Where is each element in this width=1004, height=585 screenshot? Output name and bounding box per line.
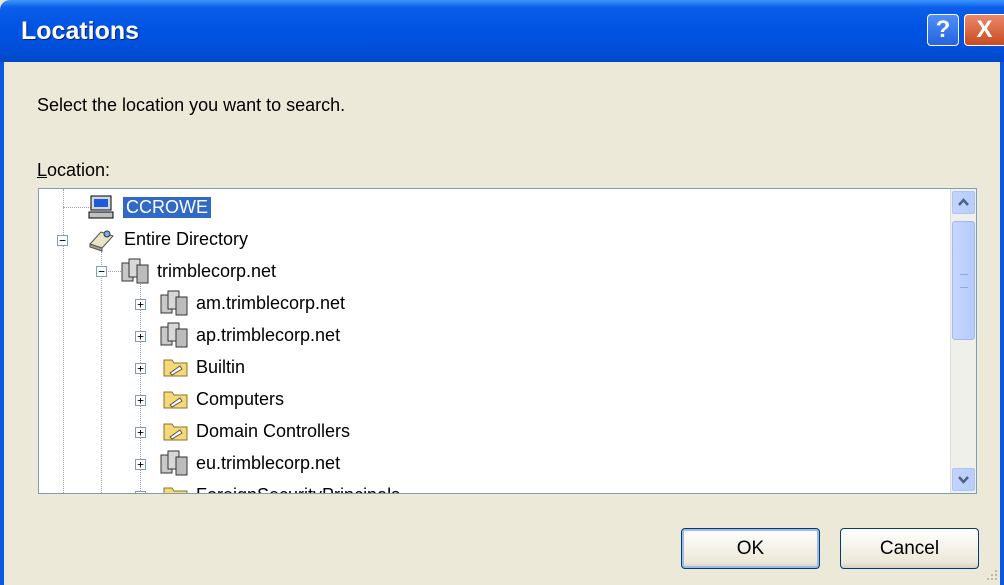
vertical-scrollbar[interactable] <box>950 189 976 493</box>
expand-toggle[interactable]: + <box>135 395 146 406</box>
close-button[interactable]: X <box>964 14 1004 46</box>
tree-item-label: ap.trimblecorp.net <box>196 325 341 345</box>
expand-toggle[interactable]: + <box>135 459 146 470</box>
location-label-text: ocation: <box>47 160 111 180</box>
expand-toggle[interactable]: + <box>135 427 146 438</box>
expand-toggle[interactable]: + <box>135 299 146 310</box>
tree-line <box>101 251 102 493</box>
chevron-down-icon <box>958 476 969 484</box>
folder-icon <box>163 391 188 409</box>
folder-icon <box>163 423 188 441</box>
help-icon: ? <box>935 16 951 43</box>
tree-item-label: Entire Directory <box>124 229 249 249</box>
instruction-text: Select the location you want to search. <box>37 95 346 115</box>
tree-item-label: CCROWE <box>122 196 212 219</box>
domain-icon <box>160 450 188 476</box>
locations-dialog: Locations ? X Select the location you wa… <box>0 0 1004 585</box>
ok-button[interactable]: OK <box>681 528 820 569</box>
scroll-up-button[interactable] <box>952 191 975 214</box>
folder-icon <box>163 487 188 493</box>
scroll-grip-icon <box>960 274 968 288</box>
window-title: Locations <box>21 17 140 45</box>
computer-icon <box>88 195 114 219</box>
resize-grip-icon[interactable] <box>984 567 998 581</box>
tree-content: CCROWE − Entire Directory − trimblecorp.… <box>39 189 953 493</box>
collapse-toggle[interactable]: − <box>57 235 68 246</box>
scroll-down-button[interactable] <box>952 468 975 491</box>
expand-toggle[interactable]: + <box>135 491 146 493</box>
directory-icon <box>89 230 114 252</box>
close-icon: X <box>976 16 993 43</box>
location-label: Location: <box>37 160 110 181</box>
tree-item-label: trimblecorp.net <box>157 261 277 281</box>
tree-item-label: Builtin <box>196 357 246 377</box>
window-border-right <box>1000 62 1004 585</box>
domain-icon <box>160 322 188 348</box>
domain-icon <box>121 258 149 284</box>
tree-item-label: ForeignSecurityPrincipals <box>196 485 400 493</box>
tree-item-label: Computers <box>196 389 285 409</box>
cancel-button[interactable]: Cancel <box>840 528 979 569</box>
help-button[interactable]: ? <box>927 14 959 46</box>
location-label-accelerator: L <box>37 160 48 180</box>
folder-icon <box>163 359 188 377</box>
title-bar[interactable]: Locations ? X <box>0 0 1004 62</box>
collapse-toggle[interactable]: − <box>96 266 107 277</box>
domain-icon <box>160 290 188 316</box>
location-tree[interactable]: CCROWE − Entire Directory − trimblecorp.… <box>38 188 977 494</box>
chevron-up-icon <box>958 198 969 206</box>
expand-toggle[interactable]: + <box>135 363 146 374</box>
expand-toggle[interactable]: + <box>135 331 146 342</box>
tree-item-label: Domain Controllers <box>196 421 351 441</box>
tree-item-label: am.trimblecorp.net <box>196 293 346 313</box>
tree-item-label: eu.trimblecorp.net <box>196 453 341 473</box>
window-border-left <box>0 62 4 585</box>
scroll-thumb[interactable] <box>952 221 975 340</box>
